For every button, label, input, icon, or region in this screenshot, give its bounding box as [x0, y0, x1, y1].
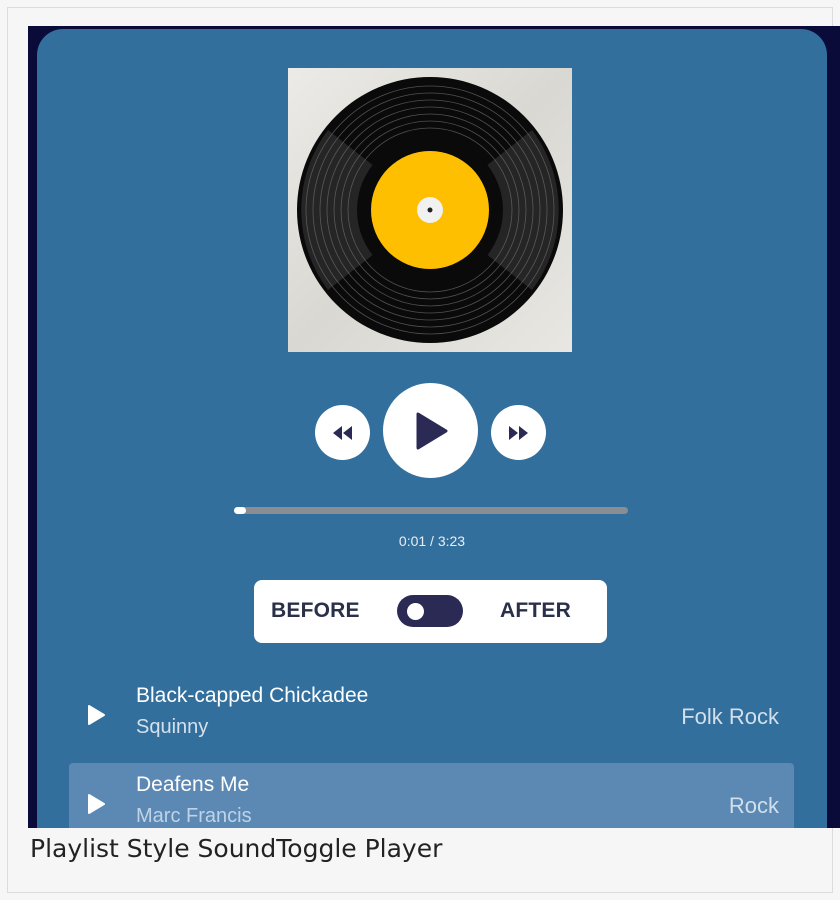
play-icon[interactable] [86, 793, 106, 815]
track-genre: Rock [728, 793, 779, 818]
progress-bar[interactable] [234, 507, 628, 514]
time-display: 0:01 / 3:23 [398, 533, 466, 549]
fast-forward-button[interactable] [491, 405, 546, 460]
rewind-icon [332, 425, 352, 440]
toggle-knob [407, 603, 424, 620]
embed-frame: 0:01 / 3:23 BEFORE AFTER Black-capped Ch… [7, 7, 840, 893]
rewind-button[interactable] [315, 405, 370, 460]
progress-fill [234, 507, 246, 514]
fast-forward-icon [508, 425, 528, 440]
play-icon [416, 412, 447, 449]
player-stage: 0:01 / 3:23 BEFORE AFTER Black-capped Ch… [28, 26, 840, 828]
player-card: 0:01 / 3:23 BEFORE AFTER Black-capped Ch… [37, 29, 827, 828]
vinyl-record-icon [297, 77, 563, 343]
track-artist: Marc Francis [136, 805, 252, 827]
track-title: Black-capped Chickadee [136, 684, 369, 707]
before-label[interactable]: BEFORE [271, 599, 360, 623]
track-title: Deafens Me [136, 773, 250, 796]
album-art [288, 68, 572, 352]
play-icon[interactable] [86, 704, 106, 726]
play-button[interactable] [383, 383, 478, 478]
before-after-toggle: BEFORE AFTER [254, 580, 607, 643]
toggle-switch[interactable] [397, 595, 463, 627]
track-artist: Squinny [136, 716, 209, 738]
playlist-item[interactable]: Black-capped Chickadee Squinny Folk Rock [69, 674, 794, 758]
playlist-item-active[interactable]: Deafens Me Marc Francis Rock [69, 763, 794, 828]
track-genre: Folk Rock [681, 704, 779, 729]
page-caption: Playlist Style SoundToggle Player [30, 834, 443, 863]
after-label[interactable]: AFTER [500, 599, 571, 623]
